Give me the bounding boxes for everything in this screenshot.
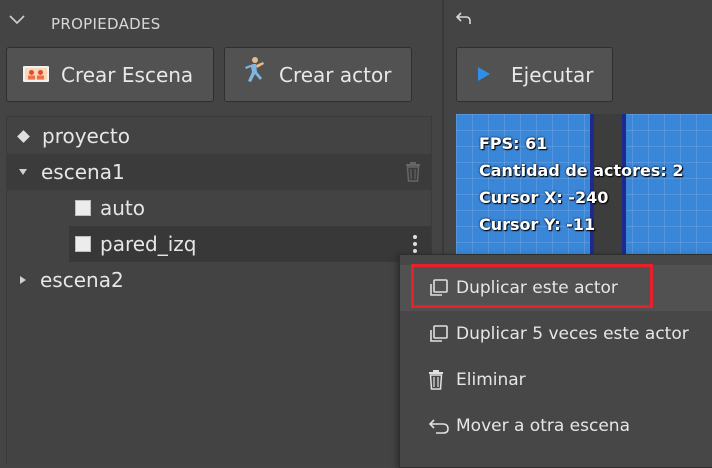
copy-icon [428,325,450,343]
fps-readout: FPS: 61 [479,134,548,153]
trash-icon[interactable] [405,162,421,187]
menu-item-move-scene[interactable]: Mover a otra escena [400,403,712,449]
create-actor-button[interactable]: Crear actor [224,47,412,102]
tree-item-scene[interactable]: escena1 [7,154,431,190]
menu-item-label: Duplicar este actor [456,278,618,298]
panel-header[interactable]: PROPIEDADES [0,0,442,46]
create-scene-label: Crear Escena [61,62,194,87]
scene-icon [23,63,49,87]
menu-item-label: Duplicar 5 veces este actor [456,324,689,344]
run-label: Ejecutar [511,62,594,87]
actor-label: auto [100,196,146,220]
undo-arrow-icon[interactable] [455,10,472,29]
cursor-x-readout: Cursor X: -240 [479,188,609,207]
menu-item-label: Eliminar [456,370,526,390]
properties-panel: PROPIEDADES Crear Escena Crear actor pro… [0,0,442,465]
menu-item-duplicate[interactable]: Duplicar este actor [400,265,712,311]
context-menu: Duplicar este actor Duplicar 5 veces est… [399,254,712,468]
cursor-y-readout: Cursor Y: -11 [479,215,596,234]
create-actor-label: Crear actor [279,62,392,87]
create-scene-button[interactable]: Crear Escena [6,47,214,102]
trash-icon [428,370,450,390]
play-icon [477,63,491,87]
menu-item-delete[interactable]: Eliminar [400,357,712,403]
copy-icon [428,279,450,297]
run-button[interactable]: Ejecutar [456,47,613,102]
tree-item-actor[interactable]: auto [69,190,431,226]
scene-tree: proyecto escena1 auto pared_izq escena2 [6,116,432,465]
diamond-icon [17,129,30,143]
scene-label: escena1 [41,160,125,184]
panel-title: PROPIEDADES [51,15,161,33]
menu-item-label: Mover a otra escena [456,416,630,436]
more-options-icon[interactable] [413,235,417,253]
scene-label: escena2 [40,268,124,292]
actor-square-icon [75,200,91,216]
caret-down-icon[interactable] [19,169,27,175]
caret-right-icon[interactable] [20,276,26,284]
running-figure-icon [239,56,267,93]
menu-item-duplicate-5[interactable]: Duplicar 5 veces este actor [400,311,712,357]
tree-item-project[interactable]: proyecto [7,118,431,154]
actor-label: pared_izq [100,232,197,256]
tree-item-scene[interactable]: escena2 [7,262,431,298]
chevron-down-icon[interactable] [8,13,26,27]
undo-arrow-icon [428,418,450,434]
actor-count-readout: Cantidad de actores: 2 [479,161,684,180]
project-label: proyecto [42,124,130,148]
actor-square-icon [75,236,91,252]
tree-item-actor-selected[interactable]: pared_izq [69,226,431,262]
